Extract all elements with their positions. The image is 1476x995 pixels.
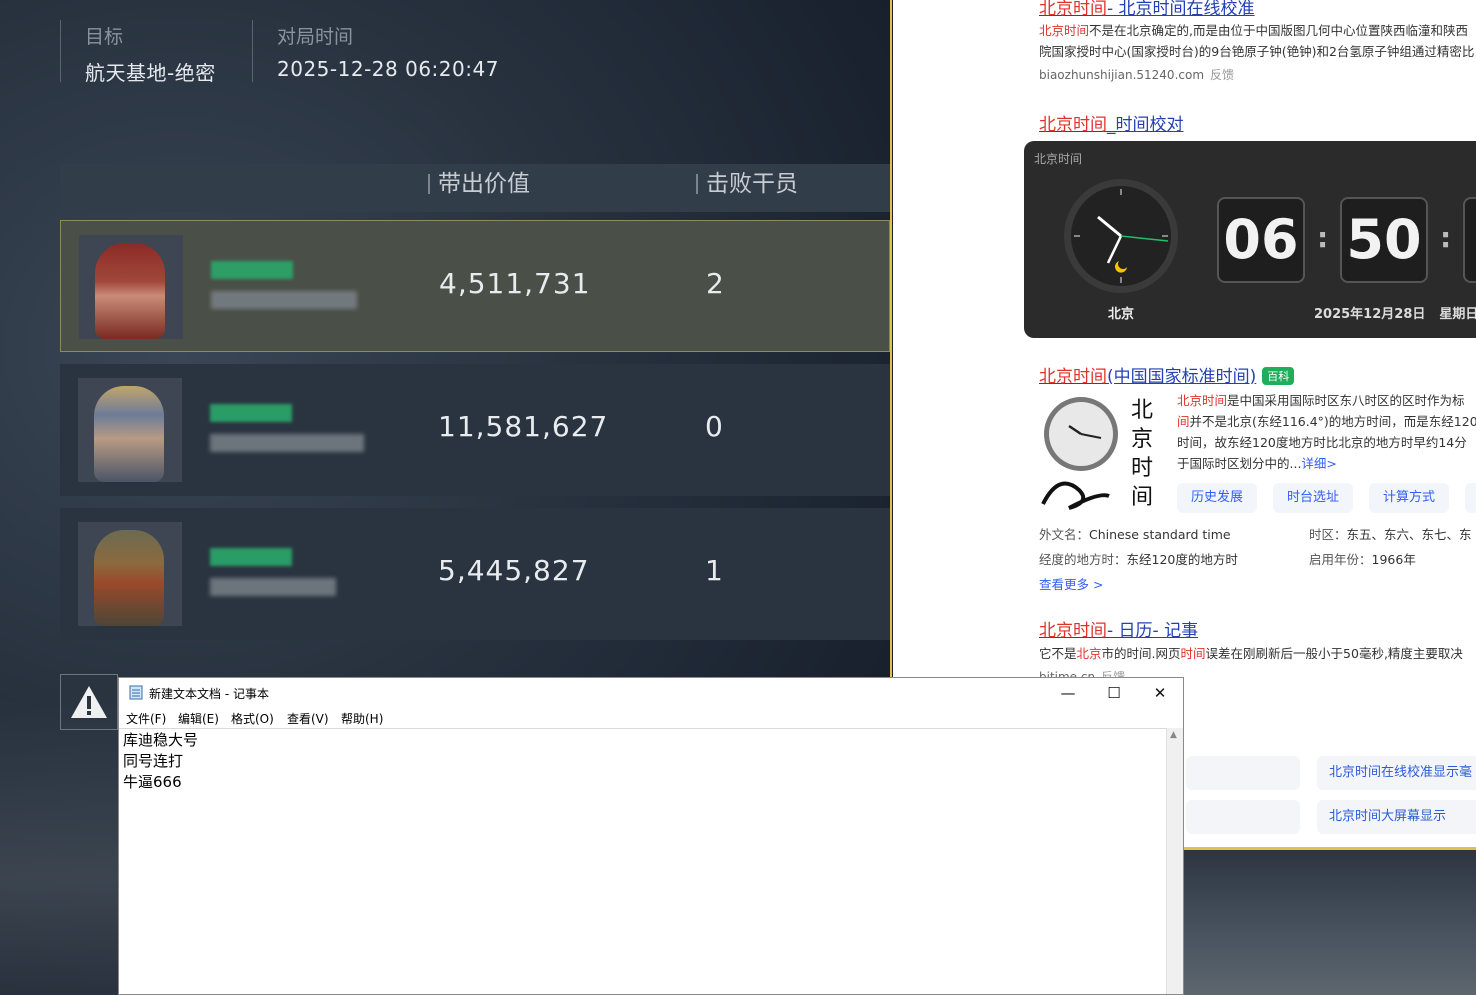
notepad-menubar: 文件(F) 编辑(E) 格式(O) 查看(V) 帮助(H)	[119, 708, 1183, 728]
warning-triangle-icon	[71, 686, 107, 718]
avatar	[78, 378, 182, 482]
menu-view[interactable]: 查看(V)	[287, 710, 329, 727]
close-button[interactable]: ✕	[1137, 678, 1183, 708]
notepad-text-area[interactable]: 库迪稳大号 同号连打 牛逼666	[119, 728, 1167, 994]
notepad-window[interactable]: 新建文本文档 - 记事本 — ☐ ✕ 文件(F) 编辑(E) 格式(O) 查看(…	[118, 677, 1184, 995]
player-row[interactable]: 4,511,731 2	[60, 220, 890, 352]
column-extracted-value: 带出价值	[428, 173, 530, 196]
player-id-blurred	[210, 434, 364, 452]
colon: :	[1440, 221, 1452, 254]
detail-link[interactable]: 详细>	[1301, 456, 1336, 471]
info-start-year: 启用年份：1966年	[1309, 552, 1416, 567]
result-title-text: - 北京时间在线校准	[1107, 0, 1255, 19]
feedback-link[interactable]: 反馈	[1210, 68, 1234, 82]
tag-site-selection[interactable]: 时台选址	[1273, 483, 1354, 513]
info-foreign-name: 外文名：Chinese standard time	[1039, 527, 1231, 542]
player-id-blurred	[211, 291, 357, 309]
baike-image: 北京时间	[1039, 392, 1163, 514]
minute-digits: 50	[1340, 197, 1428, 283]
match-time-label: 对局时间	[277, 26, 354, 48]
notepad-app-icon	[129, 685, 143, 700]
notepad-title: 新建文本文档 - 记事本	[149, 687, 269, 701]
tag-more[interactable]	[1465, 483, 1476, 513]
tag-history[interactable]: 历史发展	[1177, 483, 1258, 513]
extracted-value: 5,445,827	[438, 554, 590, 587]
analog-clock-icon	[1064, 179, 1178, 293]
result-snippet: 院国家授时中心(国家授时台)的9台铯原子钟(铯钟)和2台氢原子钟组通过精密比	[1039, 44, 1475, 59]
related-search-item[interactable]: 北京时间大屏幕显示	[1317, 800, 1476, 834]
menu-help[interactable]: 帮助(H)	[341, 710, 383, 727]
clock-date: 2025年12月28日 星期日	[1314, 307, 1476, 322]
player-name-blurred	[210, 548, 292, 566]
maximize-button[interactable]: ☐	[1091, 678, 1137, 708]
avatar	[79, 235, 183, 339]
beijing-time-clock-card: 北京时间 北京 06 : 50 : 2025年12月28日 星期日	[1024, 141, 1476, 338]
related-search-item[interactable]	[1186, 800, 1300, 834]
player-row[interactable]: 11,581,627 0	[60, 364, 890, 496]
second-digits	[1463, 197, 1476, 283]
extracted-value: 11,581,627	[438, 410, 609, 443]
results-table-header: 带出价值 击败干员	[60, 164, 890, 212]
vertical-scrollbar[interactable]: ▲	[1166, 728, 1183, 994]
result-snippet: 间并不是北京(东经116.4°)的地方时间，而是东经120	[1177, 414, 1476, 429]
result-link[interactable]: 北京时间- 日历- 记事	[1039, 616, 1198, 641]
info-time-zone: 时区：东五、东六、东七、东	[1309, 527, 1472, 542]
match-time-value: 2025-12-28 06:20:47	[277, 57, 499, 81]
player-row[interactable]: 5,445,827 1	[60, 508, 890, 640]
menu-edit[interactable]: 编辑(E)	[178, 710, 219, 727]
baike-image-text: 北京时间	[1131, 398, 1154, 510]
result-snippet: 于国际时区划分中的...详细>	[1177, 456, 1337, 471]
operators-defeated: 2	[706, 267, 724, 300]
result-snippet: 它不是北京市的时间.网页时间误差在刚刷新后一般小于50毫秒,精度主要取决	[1039, 646, 1463, 661]
menu-file[interactable]: 文件(F)	[126, 710, 166, 727]
tag-calculation[interactable]: 计算方式	[1369, 483, 1450, 513]
operators-defeated: 1	[705, 554, 723, 587]
result-link[interactable]: 北京时间(中国国家标准时间) 百科	[1039, 362, 1295, 387]
clock-city: 北京	[1108, 307, 1135, 322]
result-snippet: 北京时间是中国采用国际时区东八时区的区时作为标	[1177, 393, 1465, 408]
info-local-time: 经度的地方时：东经120度的地方时	[1039, 552, 1238, 567]
operators-defeated: 0	[705, 410, 723, 443]
text-line: 牛逼666	[123, 773, 182, 791]
clock-label: 北京时间	[1034, 152, 1083, 166]
colon: :	[1317, 221, 1329, 254]
column-operators-defeated: 击败干员	[696, 173, 798, 196]
related-search-item[interactable]	[1186, 756, 1300, 790]
related-search-item[interactable]: 北京时间在线校准显示毫	[1317, 756, 1476, 790]
result-source: biaozhunshijian.51240.com 反馈	[1039, 68, 1235, 82]
text-line: 库迪稳大号	[123, 731, 199, 749]
result-link[interactable]: 北京时间- 北京时间在线校准	[1039, 0, 1255, 19]
window-border	[890, 0, 892, 680]
menu-format[interactable]: 格式(O)	[231, 710, 274, 727]
text-line: 同号连打	[123, 752, 184, 770]
player-id-blurred	[210, 578, 336, 596]
match-time-block: 对局时间 2025-12-28 06:20:47	[252, 20, 499, 82]
baike-badge: 百科	[1262, 367, 1295, 385]
extracted-value: 4,511,731	[439, 267, 591, 300]
player-name-blurred	[211, 261, 293, 279]
result-snippet: 时间，故东经120度地方时比北京的地方时早约14分	[1177, 435, 1467, 450]
result-link[interactable]: 北京时间_时间校对	[1039, 110, 1184, 135]
hour-digits: 06	[1217, 197, 1305, 283]
target-label: 目标	[85, 26, 124, 48]
avatar	[78, 522, 182, 626]
result-title-highlight: 北京时间	[1039, 0, 1107, 19]
desktop-background	[1183, 850, 1476, 995]
minimize-button[interactable]: —	[1045, 678, 1091, 708]
result-snippet: 北京时间不是在北京确定的,而是由位于中国版图几何中心位置陕西临潼和陕西	[1039, 23, 1468, 38]
target-value: 航天基地-绝密	[85, 61, 216, 85]
see-more-link[interactable]: 查看更多 >	[1039, 574, 1103, 593]
target-block: 目标 航天基地-绝密	[60, 20, 216, 85]
warning-button[interactable]	[60, 674, 118, 730]
scroll-up-icon[interactable]: ▲	[1170, 730, 1177, 740]
notepad-titlebar[interactable]: 新建文本文档 - 记事本 — ☐ ✕	[119, 678, 1183, 708]
player-name-blurred	[210, 404, 292, 422]
